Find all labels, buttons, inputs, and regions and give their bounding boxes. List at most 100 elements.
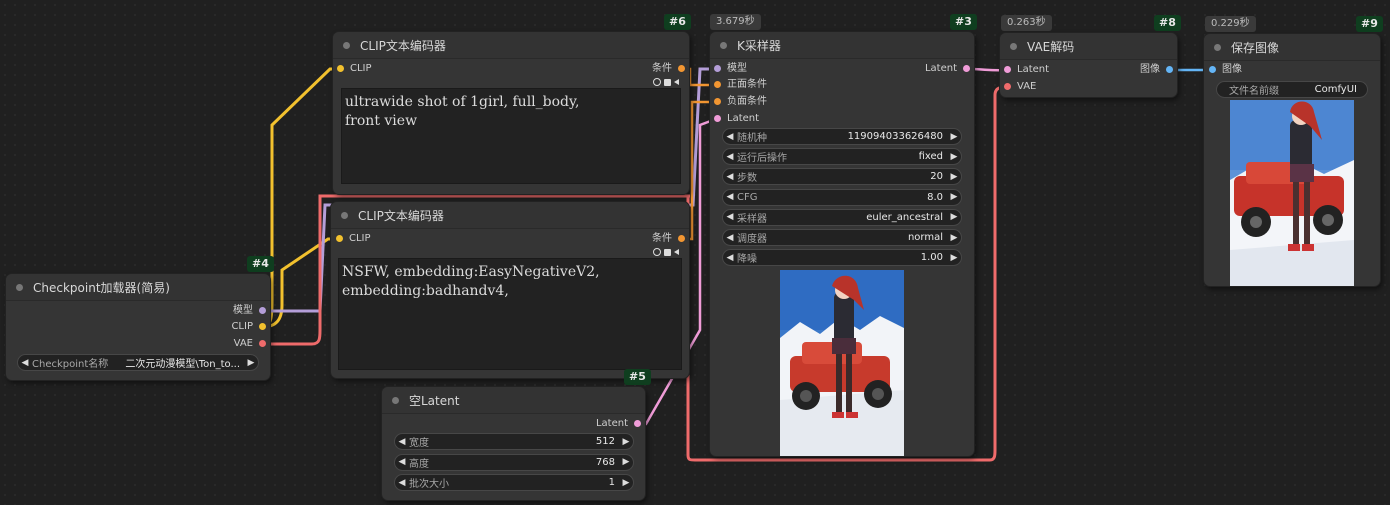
slot-dot-icon[interactable] xyxy=(714,81,721,88)
arrow-right-icon[interactable]: ▶ xyxy=(619,437,633,447)
save-image-node[interactable]: 保存图像 图像 文件名前缀 ComfyUI xyxy=(1204,34,1380,286)
clip-text-encode-positive-node[interactable]: CLIP文本编码器 CLIP 条件 ultrawide shot of 1gir… xyxy=(333,32,689,194)
speaker-icon[interactable] xyxy=(674,79,679,85)
saved-image-preview[interactable] xyxy=(1230,100,1354,286)
arrow-left-icon[interactable]: ◀ xyxy=(723,212,737,222)
arrow-left-icon[interactable]: ◀ xyxy=(18,358,32,368)
arrow-right-icon[interactable]: ▶ xyxy=(947,152,961,162)
slot-dot-icon[interactable] xyxy=(678,235,685,242)
node-header[interactable]: Checkpoint加载器(简易) xyxy=(6,274,270,301)
slot-dot-icon[interactable] xyxy=(714,115,721,122)
arrow-left-icon[interactable]: ◀ xyxy=(395,478,409,488)
arrow-right-icon[interactable]: ▶ xyxy=(947,253,961,263)
slot-dot-icon[interactable] xyxy=(1004,66,1011,73)
arrow-left-icon[interactable]: ◀ xyxy=(395,457,409,467)
node-header[interactable]: VAE解码 xyxy=(1000,33,1177,60)
input-latent-slot[interactable]: Latent xyxy=(1004,63,1049,77)
collapse-dot-icon[interactable] xyxy=(16,283,23,291)
widget-0[interactable]: ◀ 随机种 119094033626480 ▶ xyxy=(722,128,962,145)
checkbox-icon[interactable] xyxy=(664,248,671,256)
output-vae-slot[interactable]: VAE xyxy=(234,337,266,351)
input-image-slot[interactable]: 图像 xyxy=(1209,63,1242,77)
text-widget-toggles[interactable] xyxy=(653,248,679,256)
clip-text-encode-negative-node[interactable]: CLIP文本编码器 CLIP 条件 NSFW, embedding:EasyNe… xyxy=(331,202,689,378)
output-conditioning-slot[interactable]: 条件 xyxy=(652,62,685,76)
checkbox-icon[interactable] xyxy=(664,78,671,86)
output-conditioning-slot[interactable]: 条件 xyxy=(652,232,685,246)
arrow-right-icon[interactable]: ▶ xyxy=(947,192,961,202)
input-clip-slot[interactable]: CLIP xyxy=(337,62,372,76)
widget-4[interactable]: ◀ 采样器 euler_ancestral ▶ xyxy=(722,208,962,226)
input-clip-slot[interactable]: CLIP xyxy=(336,232,371,246)
slot-dot-icon[interactable] xyxy=(259,340,266,347)
node-header[interactable]: CLIP文本编码器 xyxy=(331,202,689,229)
speaker-icon[interactable] xyxy=(674,249,679,255)
empty-latent-node[interactable]: 空Latent Latent ◀ 宽度 512 ▶ ◀ 高度 768 ▶ ◀ 批次大小 1 ▶ xyxy=(382,387,645,500)
arrow-left-icon[interactable]: ◀ xyxy=(723,172,737,182)
slot-dot-icon[interactable] xyxy=(634,420,641,427)
arrow-right-icon[interactable]: ▶ xyxy=(619,478,633,488)
widget-2[interactable]: ◀ 步数 20 ▶ xyxy=(722,168,962,186)
node-header[interactable]: CLIP文本编码器 xyxy=(333,32,689,59)
widget-5[interactable]: ◀ 调度器 normal ▶ xyxy=(722,229,962,246)
input-negative-slot[interactable]: 负面条件 xyxy=(714,95,767,109)
checkpoint-loader-node[interactable]: Checkpoint加载器(简易) 模型 CLIP VAE ◀ Checkpoi… xyxy=(6,274,270,380)
sample-preview-image[interactable] xyxy=(780,270,904,456)
slot-dot-icon[interactable] xyxy=(337,65,344,72)
collapse-dot-icon[interactable] xyxy=(1214,43,1221,51)
slot-dot-icon[interactable] xyxy=(714,98,721,105)
collapse-dot-icon[interactable] xyxy=(341,211,348,219)
arrow-left-icon[interactable]: ◀ xyxy=(723,152,737,162)
arrow-right-icon[interactable]: ▶ xyxy=(947,132,961,142)
prompt-text-area[interactable]: ultrawide shot of 1girl, full_body, fron… xyxy=(341,88,681,184)
input-model-slot[interactable]: 模型 xyxy=(714,62,747,76)
arrow-right-icon[interactable]: ▶ xyxy=(619,457,633,467)
input-vae-slot[interactable]: VAE xyxy=(1004,80,1036,94)
output-latent-slot[interactable]: Latent xyxy=(925,62,970,76)
slot-dot-icon[interactable] xyxy=(1209,66,1216,73)
slot-dot-icon[interactable] xyxy=(678,65,685,72)
node-header[interactable]: 空Latent xyxy=(382,387,645,414)
input-positive-slot[interactable]: 正面条件 xyxy=(714,78,767,92)
slot-dot-icon[interactable] xyxy=(714,65,721,72)
ksampler-node[interactable]: K采样器 模型 正面条件 负面条件 Latent Latent ◀ 随机种 1190… xyxy=(710,32,974,456)
output-latent-slot[interactable]: Latent xyxy=(596,417,641,431)
arrow-right-icon[interactable]: ▶ xyxy=(947,212,961,222)
widget-0[interactable]: ◀ 宽度 512 ▶ xyxy=(394,433,634,450)
circle-toggle-icon[interactable] xyxy=(653,248,661,256)
prompt-text-area[interactable]: NSFW, embedding:EasyNegativeV2, embeddin… xyxy=(338,258,682,370)
slot-dot-icon[interactable] xyxy=(336,235,343,242)
slot-dot-icon[interactable] xyxy=(259,307,266,314)
collapse-dot-icon[interactable] xyxy=(720,41,727,49)
arrow-left-icon[interactable]: ◀ xyxy=(723,192,737,202)
collapse-dot-icon[interactable] xyxy=(392,396,399,404)
output-image-slot[interactable]: 图像 xyxy=(1140,63,1173,77)
collapse-dot-icon[interactable] xyxy=(1010,42,1017,50)
arrow-right-icon[interactable]: ▶ xyxy=(947,233,961,243)
node-header[interactable]: 保存图像 xyxy=(1204,34,1380,61)
circle-toggle-icon[interactable] xyxy=(653,78,661,86)
arrow-right-icon[interactable]: ▶ xyxy=(947,172,961,182)
widget-6[interactable]: ◀ 降噪 1.00 ▶ xyxy=(722,249,962,267)
vae-decode-node[interactable]: VAE解码 Latent VAE 图像 xyxy=(1000,33,1177,97)
filename-prefix-field[interactable]: 文件名前缀 ComfyUI xyxy=(1216,81,1368,98)
slot-dot-icon[interactable] xyxy=(259,323,266,330)
arrow-left-icon[interactable]: ◀ xyxy=(723,253,737,263)
input-latent-slot[interactable]: Latent xyxy=(714,112,759,126)
node-header[interactable]: K采样器 xyxy=(710,32,974,59)
arrow-right-icon[interactable]: ▶ xyxy=(244,358,258,368)
arrow-left-icon[interactable]: ◀ xyxy=(723,233,737,243)
slot-dot-icon[interactable] xyxy=(963,65,970,72)
widget-2[interactable]: ◀ 批次大小 1 ▶ xyxy=(394,474,634,491)
slot-dot-icon[interactable] xyxy=(1166,66,1173,73)
checkpoint-name-combo[interactable]: ◀ Checkpoint名称 二次元动漫模型\Ton_to... ▶ xyxy=(17,354,259,371)
widget-3[interactable]: ◀ CFG 8.0 ▶ xyxy=(722,188,962,206)
arrow-left-icon[interactable]: ◀ xyxy=(723,132,737,142)
widget-1[interactable]: ◀ 高度 768 ▶ xyxy=(394,453,634,471)
collapse-dot-icon[interactable] xyxy=(343,41,350,49)
arrow-left-icon[interactable]: ◀ xyxy=(395,437,409,447)
widget-1[interactable]: ◀ 运行后操作 fixed ▶ xyxy=(722,148,962,166)
slot-dot-icon[interactable] xyxy=(1004,83,1011,90)
text-widget-toggles[interactable] xyxy=(653,78,679,86)
output-model-slot[interactable]: 模型 xyxy=(233,304,266,318)
